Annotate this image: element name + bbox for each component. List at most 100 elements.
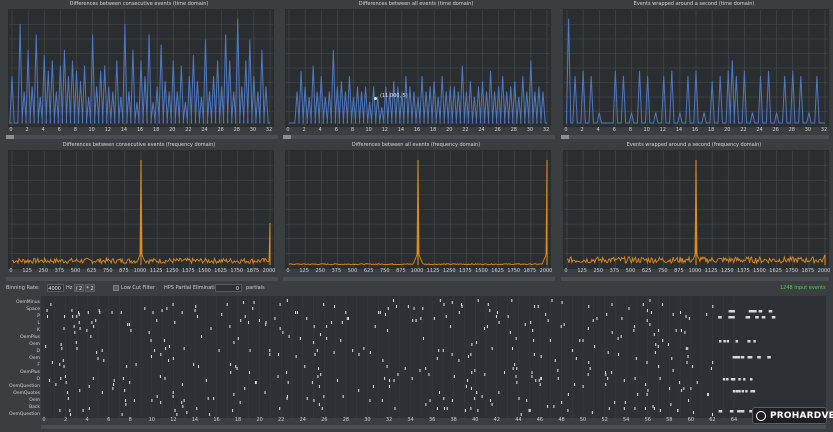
scrollbar-thumb[interactable] bbox=[283, 135, 291, 139]
data-point bbox=[237, 18, 239, 20]
roll-horizontal-scrollbar[interactable] bbox=[41, 425, 826, 429]
event-mark bbox=[317, 375, 319, 378]
event-mark bbox=[428, 373, 430, 376]
event-mark bbox=[97, 357, 99, 360]
event-mark bbox=[50, 303, 52, 306]
event-mark bbox=[670, 403, 672, 406]
x-tick-label: 64 bbox=[730, 417, 738, 423]
horizontal-scrollbar[interactable] bbox=[6, 135, 278, 139]
event-mark bbox=[304, 365, 306, 368]
horizontal-scrollbar[interactable] bbox=[283, 135, 555, 139]
event-mark bbox=[286, 299, 288, 302]
data-point bbox=[253, 75, 255, 77]
event-mark bbox=[103, 359, 105, 362]
data-point bbox=[96, 86, 98, 87]
event-mark bbox=[561, 301, 563, 304]
event-mark bbox=[538, 379, 540, 382]
data-point bbox=[433, 81, 435, 82]
event-mark bbox=[489, 399, 491, 402]
event-mark bbox=[516, 381, 518, 384]
event-mark bbox=[74, 331, 76, 334]
event-mark bbox=[319, 333, 321, 336]
panel-title: Differences between consecutive events (… bbox=[62, 142, 216, 148]
event-mark bbox=[318, 403, 320, 406]
event-mark bbox=[495, 315, 497, 318]
scrollbar-thumb[interactable] bbox=[6, 135, 14, 139]
event-mark bbox=[592, 319, 594, 322]
data-point bbox=[249, 39, 251, 41]
horizontal-scrollbar[interactable] bbox=[283, 277, 555, 281]
event-mark bbox=[467, 379, 469, 382]
divide-by-two-button[interactable]: / 2 bbox=[74, 284, 84, 292]
event-mark bbox=[607, 351, 609, 354]
data-point bbox=[341, 81, 342, 82]
event-mark bbox=[425, 367, 427, 370]
x-tick-label: 14 bbox=[397, 127, 405, 133]
event-mark bbox=[387, 329, 389, 332]
event-mark bbox=[358, 389, 360, 392]
event-mark bbox=[442, 349, 444, 352]
event-mark bbox=[438, 349, 440, 352]
x-tick-label: 30 bbox=[364, 417, 371, 423]
x-tick-label: 1750 bbox=[785, 268, 799, 274]
hps-partials-input[interactable]: 0 bbox=[215, 284, 242, 292]
event-mark bbox=[735, 340, 738, 343]
event-mark bbox=[618, 353, 620, 356]
event-mark bbox=[575, 357, 577, 360]
event-mark bbox=[608, 407, 610, 410]
x-tick-label: 56 bbox=[644, 417, 651, 423]
hps-label: HPS Partial Elimination: bbox=[164, 285, 223, 291]
event-mark bbox=[489, 309, 491, 312]
series-line bbox=[9, 18, 270, 124]
data-point bbox=[233, 91, 235, 93]
x-tick-label: 10 bbox=[643, 127, 650, 133]
x-tick-label: 24 bbox=[201, 127, 208, 133]
event-mark bbox=[451, 399, 453, 402]
event-mark bbox=[470, 407, 472, 410]
horizontal-scrollbar[interactable] bbox=[561, 135, 829, 139]
panel-title: Differences between consecutive events (… bbox=[69, 1, 209, 7]
event-mark bbox=[163, 339, 165, 342]
freq-chart-1 bbox=[286, 151, 550, 268]
x-tick-label: 38 bbox=[450, 417, 457, 423]
event-grid[interactable] bbox=[41, 296, 826, 418]
scrollbar-thumb[interactable] bbox=[561, 135, 569, 139]
binning-rate-input[interactable]: 4000 bbox=[47, 284, 64, 292]
event-mark bbox=[63, 327, 65, 330]
event-mark bbox=[745, 390, 748, 393]
event-mark bbox=[210, 327, 212, 330]
data-point bbox=[152, 101, 154, 103]
event-mark bbox=[279, 327, 281, 330]
data-point bbox=[498, 86, 500, 87]
horizontal-scrollbar[interactable] bbox=[561, 277, 829, 281]
x-tick-label: 125 bbox=[299, 268, 309, 274]
event-mark bbox=[55, 383, 57, 386]
event-mark bbox=[553, 405, 555, 408]
event-mark bbox=[685, 347, 687, 350]
event-mark bbox=[634, 407, 636, 410]
event-mark bbox=[582, 385, 584, 388]
event-mark bbox=[248, 371, 250, 374]
data-point bbox=[502, 75, 504, 77]
data-point bbox=[711, 81, 713, 82]
data-point bbox=[168, 91, 170, 93]
event-roll: OemMinus Space P L K OemPlus Oem D Oem F OemPlus O O… bbox=[0, 294, 833, 432]
data-point bbox=[320, 75, 322, 77]
data-point bbox=[357, 86, 358, 87]
event-mark bbox=[92, 377, 94, 380]
event-mark bbox=[160, 401, 162, 404]
event-mark bbox=[314, 353, 316, 356]
horizontal-scrollbar[interactable] bbox=[6, 277, 278, 281]
event-mark bbox=[516, 367, 518, 370]
event-mark bbox=[453, 375, 455, 378]
x-tick-label: 1125 bbox=[426, 268, 440, 274]
event-mark bbox=[560, 325, 562, 328]
data-point bbox=[104, 65, 106, 67]
event-mark bbox=[129, 381, 131, 384]
event-mark bbox=[381, 399, 383, 402]
data-point bbox=[671, 70, 673, 72]
event-mark bbox=[363, 347, 365, 350]
multiply-by-two-button[interactable]: * 2 bbox=[85, 284, 95, 292]
data-point bbox=[365, 86, 366, 87]
low-cut-filter-checkbox[interactable] bbox=[113, 285, 119, 291]
